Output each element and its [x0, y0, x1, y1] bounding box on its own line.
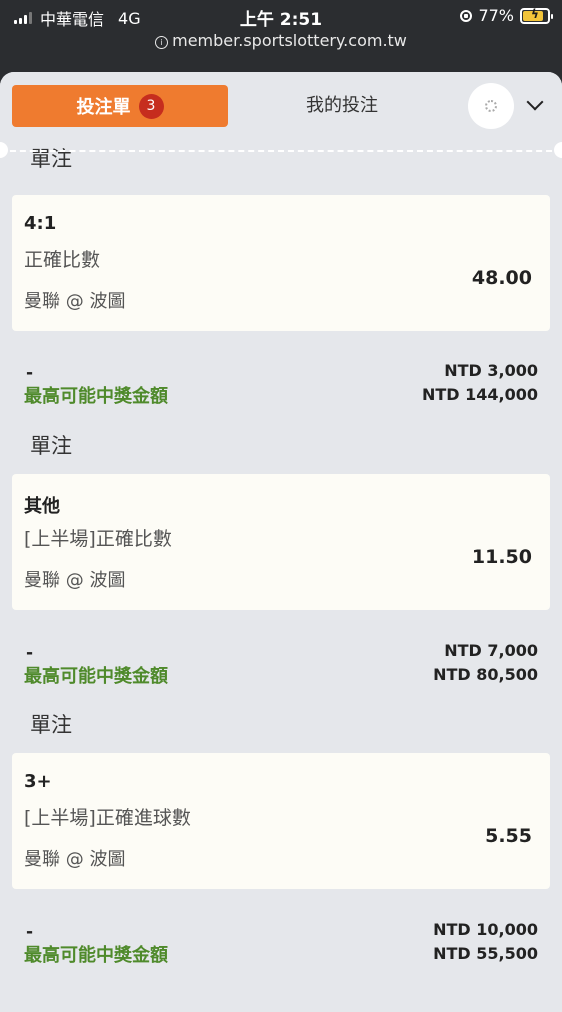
status-bar: 中華電信 4G 上午 2:51 77% ϟ i member.sportslott…: [0, 0, 562, 62]
stake-row: - 最高可能中獎金額 NTD 3,000 NTD 144,000: [0, 357, 562, 407]
tab-my-bets[interactable]: 我的投注: [242, 85, 442, 127]
bet-selection: 4:1: [24, 213, 57, 234]
section-title: 單注: [30, 434, 72, 458]
stake-input[interactable]: -: [26, 363, 33, 383]
bet-odds: 48.00: [471, 267, 532, 289]
stake-row: - 最高可能中獎金額 NTD 10,000 NTD 55,500: [0, 916, 562, 966]
potential-payout: NTD 55,500: [433, 944, 538, 963]
bet-market: 正確比數: [24, 249, 101, 271]
section-title: 單注: [30, 147, 72, 171]
stake-amount: NTD 7,000: [444, 641, 538, 660]
stake-amount: NTD 10,000: [433, 920, 538, 939]
tab-betslip[interactable]: 投注單 3: [12, 85, 228, 127]
address-bar[interactable]: i member.sportslottery.com.tw: [0, 31, 562, 50]
potential-payout: NTD 80,500: [433, 665, 538, 684]
potential-payout: NTD 144,000: [421, 385, 538, 404]
stake-amount: NTD 3,000: [444, 361, 538, 380]
betslip-sheet: 投注單 3 我的投注 單注 4:1 正確比數 曼聯 @ 波圖 48.00 - 最…: [0, 72, 562, 1012]
tab-bar: 投注單 3 我的投注: [0, 72, 562, 150]
settings-button[interactable]: [468, 83, 514, 129]
bet-selection: 其他: [24, 496, 60, 517]
chevron-down-icon[interactable]: [526, 93, 544, 111]
bet-card[interactable]: 3+ [上半場]正確進球數 曼聯 @ 波圖 5.55: [12, 753, 550, 889]
bet-event: 曼聯 @ 波圖: [24, 849, 126, 870]
battery-percent: 77%: [478, 6, 514, 25]
section-title: 單注: [30, 713, 72, 737]
stake-input[interactable]: -: [26, 922, 33, 942]
status-right: 77% ϟ: [460, 6, 553, 25]
bet-odds: 11.50: [471, 546, 532, 568]
bet-card[interactable]: 4:1 正確比數 曼聯 @ 波圖 48.00: [12, 195, 550, 331]
info-icon: i: [155, 36, 169, 49]
bet-market: [上半場]正確比數: [24, 528, 172, 550]
stake-input[interactable]: -: [26, 643, 33, 663]
gear-icon: [485, 100, 497, 112]
potential-payout-label: 最高可能中獎金額: [24, 945, 168, 966]
bet-market: [上半場]正確進球數: [24, 807, 191, 829]
stake-row: - 最高可能中獎金額 NTD 7,000 NTD 80,500: [0, 637, 562, 687]
bet-odds: 5.55: [485, 825, 532, 847]
url-text: member.sportslottery.com.tw: [172, 31, 407, 50]
bet-card[interactable]: 其他 [上半場]正確比數 曼聯 @ 波圖 11.50: [12, 474, 550, 610]
bet-event: 曼聯 @ 波圖: [24, 291, 126, 312]
battery-icon: ϟ: [520, 7, 553, 24]
bet-selection: 3+: [24, 771, 52, 792]
ticket-divider: [0, 150, 562, 152]
potential-payout-label: 最高可能中獎金額: [24, 386, 168, 407]
rotation-lock-icon: [460, 9, 473, 22]
potential-payout-label: 最高可能中獎金額: [24, 666, 168, 687]
betslip-count-badge: 3: [138, 93, 164, 119]
tab-betslip-label: 投注單: [76, 97, 131, 118]
bet-event: 曼聯 @ 波圖: [24, 570, 126, 591]
